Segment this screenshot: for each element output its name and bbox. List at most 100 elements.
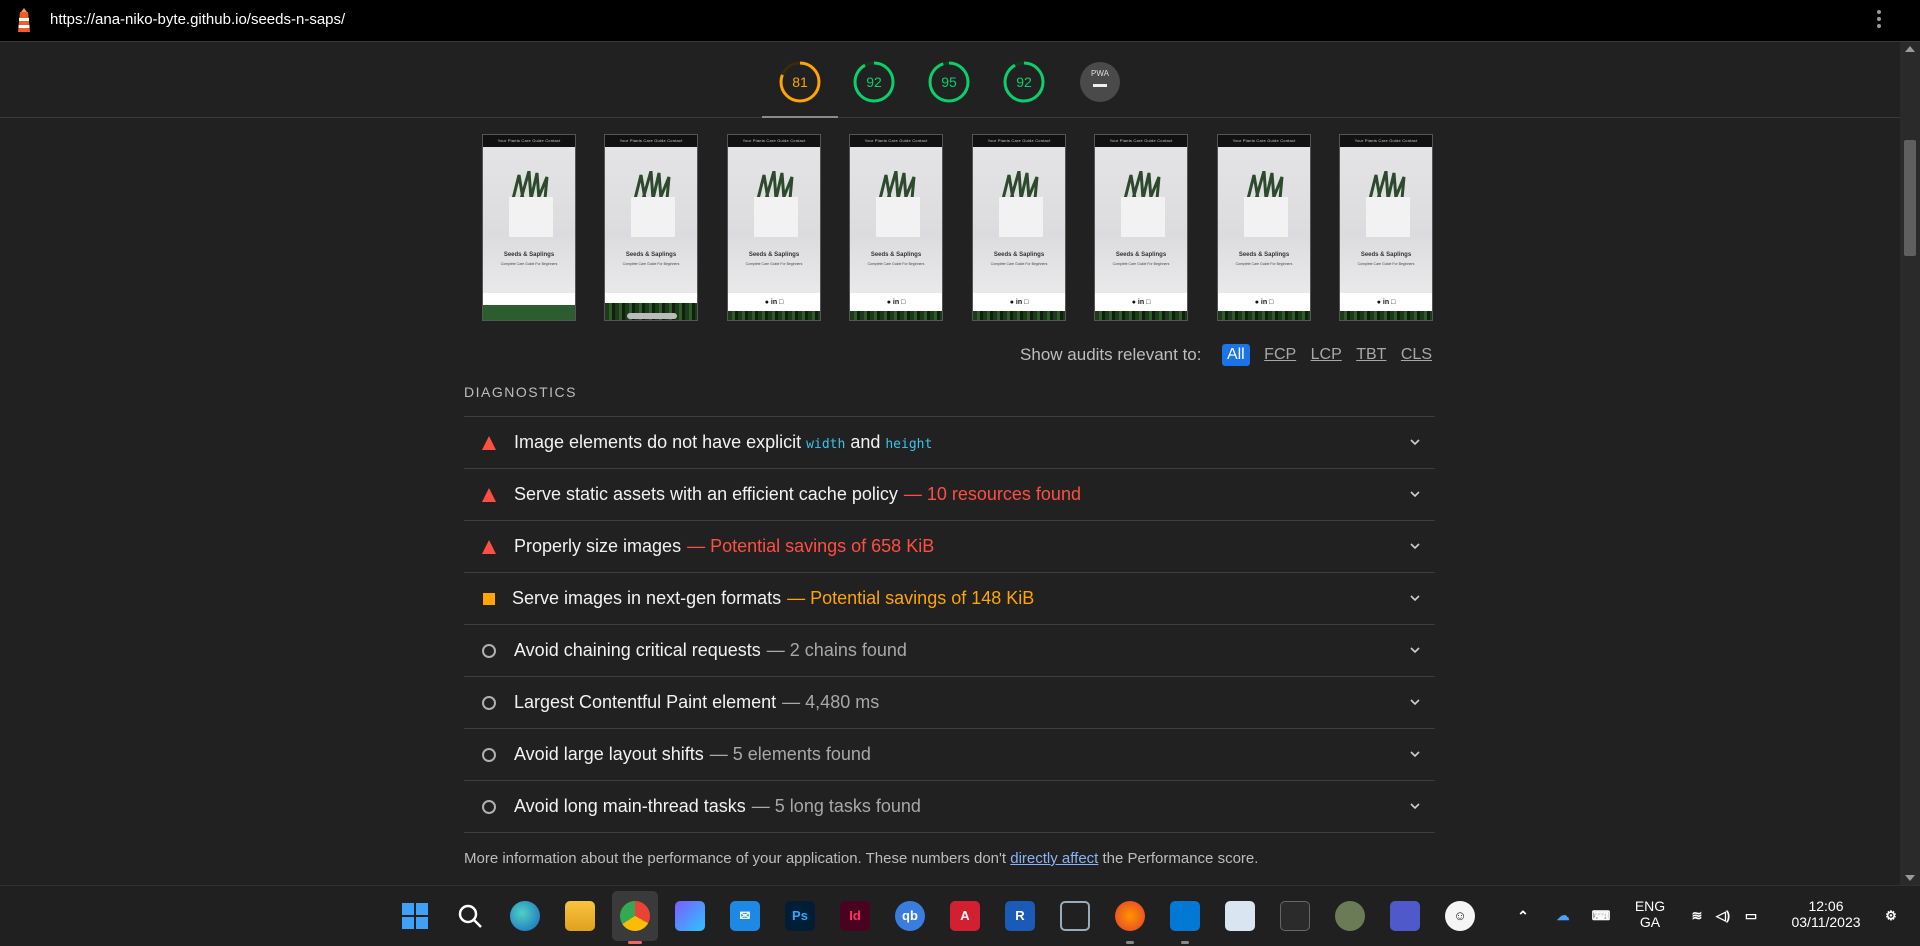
copilot-icon[interactable] (675, 901, 705, 931)
seo-score-gauge[interactable]: 92 (1002, 60, 1046, 104)
performance-score-gauge[interactable]: 81 (778, 60, 822, 104)
audit-title-text: and (845, 432, 886, 452)
filmstrip-frame: Your Plants Care Guide Contact Seeds & S… (604, 134, 698, 321)
frame-subtitle: Complete Care Guide For Beginners (867, 262, 925, 266)
chevron-down-icon[interactable] (1409, 748, 1421, 760)
language-code: ENG (1634, 898, 1666, 914)
audit-row[interactable]: Image elements do not have explicit widt… (464, 417, 1435, 469)
frame-nav: Your Plants Care Guide Contact (1218, 135, 1310, 147)
teams-icon[interactable] (1390, 901, 1420, 931)
vscode-icon[interactable] (1170, 901, 1200, 931)
autocad-icon[interactable]: A (950, 901, 980, 931)
frame-social-icons: ● in □ (728, 293, 820, 313)
audit-title-text: Image elements do not have explicit (514, 432, 807, 452)
audit-title: Serve images in next-gen formats (512, 588, 782, 608)
pwa-badge[interactable]: PWA (1080, 62, 1120, 102)
vertical-scrollbar[interactable] (1900, 42, 1920, 885)
audit-title: Serve static assets with an efficient ca… (514, 484, 898, 504)
notepad-icon[interactable] (1225, 901, 1255, 931)
edge-icon[interactable] (510, 901, 540, 931)
audit-display-value: — 10 resources found (903, 484, 1081, 504)
frame-title: Seeds & Saplings (993, 252, 1045, 258)
filter-chip-fcp[interactable]: FCP (1264, 346, 1296, 364)
keyboard-icon[interactable]: ⌨ (1586, 901, 1616, 931)
audit-display-value: — 5 long tasks found (751, 796, 921, 816)
qbittorrent-icon[interactable]: qb (895, 901, 925, 931)
language-indicator[interactable]: ENG GA (1630, 898, 1670, 930)
chevron-down-icon[interactable] (1409, 488, 1421, 500)
frame-social-icons: ● in □ (1340, 293, 1432, 313)
filmstrip-frame: Your Plants Care Guide Contact Seeds & S… (1094, 134, 1188, 321)
diagnostics-list: Image elements do not have explicit widt… (464, 416, 1435, 833)
notifications-icon[interactable]: ⚙ (1876, 901, 1906, 931)
audit-row[interactable]: Properly size images — Potential savings … (464, 521, 1435, 573)
chevron-down-icon[interactable] (1409, 800, 1421, 812)
chevron-down-icon[interactable] (1409, 696, 1421, 708)
frame-social-icons: ● in □ (1218, 293, 1310, 313)
scroll-down-icon[interactable] (1905, 875, 1915, 881)
filter-chip-tbt[interactable]: TBT (1356, 346, 1386, 364)
filmstrip-frame: Your Plants Care Guide Contact Seeds & S… (972, 134, 1066, 321)
frame-title: Seeds & Saplings (748, 252, 800, 258)
best-practices-score-gauge[interactable]: 95 (927, 60, 971, 104)
audit-row[interactable]: Serve images in next-gen formats — Potent… (464, 573, 1435, 625)
audit-display-value: — 2 chains found (766, 640, 907, 660)
photoshop-icon[interactable]: Ps (785, 901, 815, 931)
onedrive-icon[interactable]: ☁ (1548, 901, 1578, 931)
firefox-icon[interactable] (1115, 901, 1145, 931)
revit-icon[interactable]: R (1005, 901, 1035, 931)
more-options-icon[interactable] (1876, 10, 1882, 32)
audit-row[interactable]: Serve static assets with an efficient ca… (464, 469, 1435, 521)
info-circle-icon (482, 748, 496, 762)
chevron-down-icon[interactable] (1409, 436, 1421, 448)
terminal-icon[interactable] (1280, 901, 1310, 931)
info-circle-icon (482, 696, 496, 710)
frame-title: Seeds & Saplings (625, 252, 677, 258)
tray-overflow-icon[interactable]: ⌃ (1508, 901, 1538, 931)
chevron-down-icon[interactable] (1409, 592, 1421, 604)
chrome-icon[interactable] (620, 901, 650, 931)
audit-filter: Show audits relevant to: All FCP LCP TBT… (1020, 344, 1432, 368)
file-explorer-icon[interactable] (565, 901, 595, 931)
start-icon[interactable] (400, 901, 430, 931)
url-bar: https://ana-niko-byte.github.io/seeds-n-… (0, 0, 1920, 42)
filter-chip-cls[interactable]: CLS (1401, 346, 1432, 364)
directly-affect-link[interactable]: directly affect (1010, 850, 1098, 867)
scroll-up-icon[interactable] (1905, 46, 1915, 52)
audit-display-value: — 4,480 ms (782, 692, 880, 712)
audit-row[interactable]: Largest Contentful Paint element — 4,480 … (464, 677, 1435, 729)
audit-title: Largest Contentful Paint element (514, 692, 777, 712)
diagnostics-footnote: More information about the performance o… (464, 850, 1258, 867)
frame-title: Seeds & Saplings (870, 252, 922, 258)
filmstrip-frame: Your Plants Care Guide Contact Seeds & S… (727, 134, 821, 321)
average-square-icon (482, 592, 496, 606)
emoji-icon[interactable]: ☺ (1445, 901, 1475, 931)
search-icon[interactable] (455, 901, 485, 931)
battery-icon[interactable]: ▭ (1736, 901, 1766, 931)
mail-icon[interactable]: ✉ (730, 901, 760, 931)
evernote-icon[interactable] (1335, 901, 1365, 931)
clock-time: 12:06 (1808, 898, 1844, 914)
audit-title: Avoid long main-thread tasks (514, 796, 746, 816)
filter-chip-all[interactable]: All (1221, 344, 1250, 366)
scrollbar-thumb[interactable] (1904, 140, 1916, 256)
fail-triangle-icon (482, 540, 496, 554)
clock[interactable]: 12:06 03/11/2023 (1778, 898, 1874, 930)
audit-row[interactable]: Avoid chaining critical requests — 2 chai… (464, 625, 1435, 677)
volume-icon[interactable]: ◁) (1708, 901, 1738, 931)
chevron-down-icon[interactable] (1409, 540, 1421, 552)
audit-row[interactable]: Avoid long main-thread tasks — 5 long tas… (464, 781, 1435, 833)
chevron-down-icon[interactable] (1409, 644, 1421, 656)
frame-nav: Your Plants Care Guide Contact (728, 135, 820, 147)
indesign-icon[interactable]: Id (840, 901, 870, 931)
accessibility-score-gauge[interactable]: 92 (852, 60, 896, 104)
frame-subtitle: Complete Care Guide For Beginners (1235, 262, 1293, 266)
code-width: width (806, 437, 846, 452)
frame-subtitle: Complete Care Guide For Beginners (500, 262, 558, 266)
chrome-active-indicator (628, 941, 642, 944)
3d-viewer-icon[interactable] (1060, 901, 1090, 931)
audit-row[interactable]: Avoid large layout shifts — 5 elements fo… (464, 729, 1435, 781)
filmstrip-frame: Your Plants Care Guide Contact Seeds & S… (482, 134, 576, 321)
filter-chip-lcp[interactable]: LCP (1311, 346, 1342, 364)
frame-subtitle: Complete Care Guide For Beginners (1357, 262, 1415, 266)
